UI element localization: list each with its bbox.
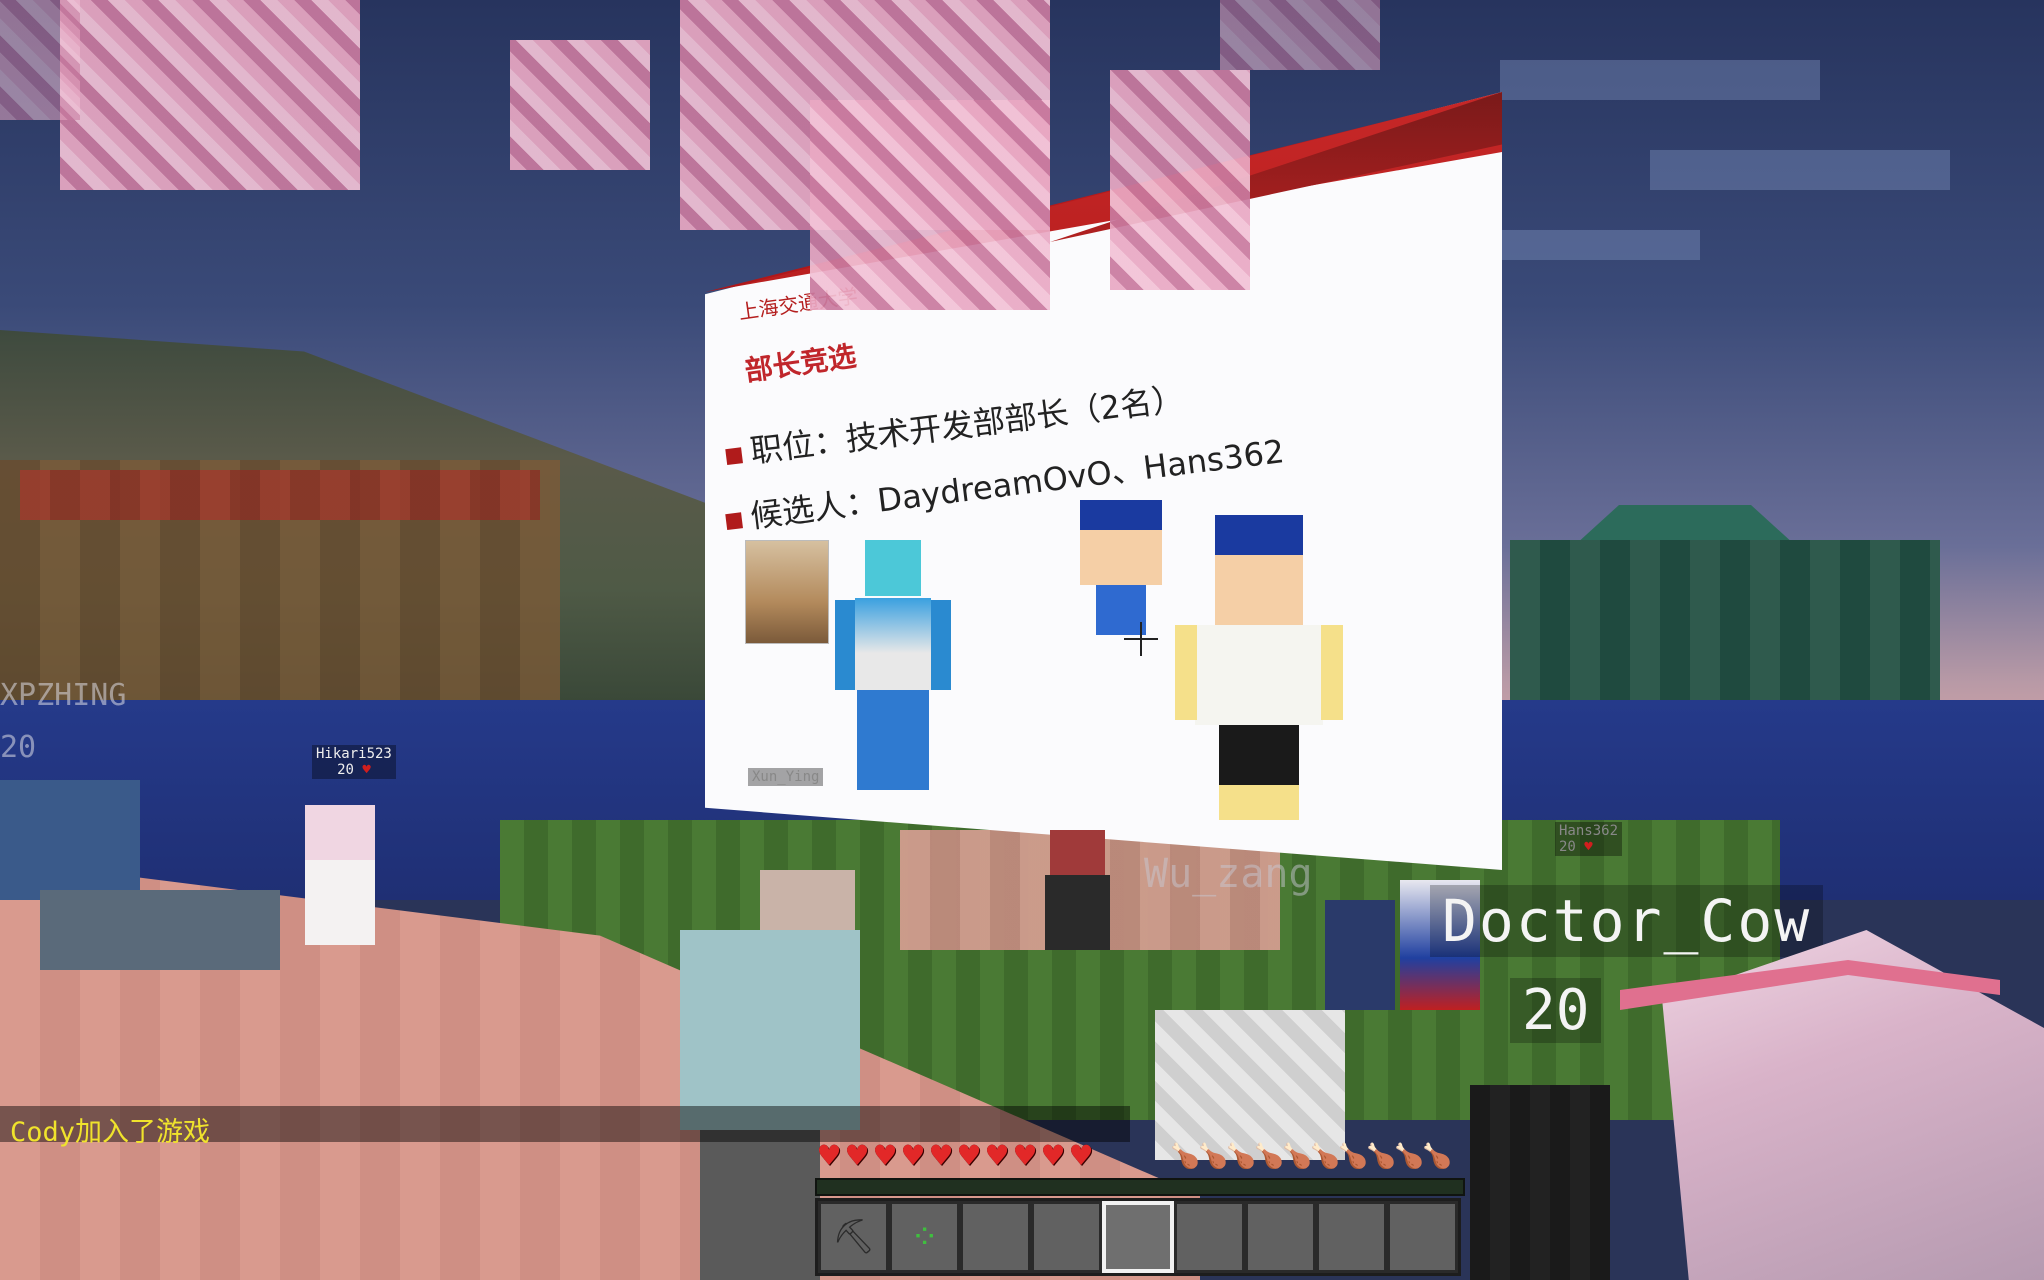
ghost-nametag-score: 20 — [0, 730, 37, 765]
player-left-foreground[interactable] — [0, 780, 290, 1010]
hotbar-slot-9[interactable] — [1386, 1201, 1458, 1273]
heart-icon: ♥ — [1068, 1139, 1094, 1172]
drumstick-icon: 🍗 — [1310, 1142, 1340, 1170]
drumstick-icon: 🍗 — [1254, 1142, 1284, 1170]
candidate-photo-dog — [745, 540, 829, 644]
player-foreground-sheep[interactable] — [1155, 1010, 1345, 1160]
cherry-leaves — [0, 0, 80, 120]
nametag-wu-zang: Wu_zang — [1144, 851, 1313, 897]
seeds-icon: ⁘ — [910, 1217, 939, 1257]
heart-icon: ♥ — [984, 1139, 1010, 1172]
village-right — [1510, 540, 1940, 700]
hotbar-slot-6[interactable] — [1173, 1201, 1245, 1273]
hotbar-slot-1[interactable]: ⛏ — [818, 1201, 890, 1273]
drumstick-icon: 🍗 — [1338, 1142, 1368, 1170]
health-bar: ♥ ♥ ♥ ♥ ♥ ♥ ♥ ♥ ♥ ♥ — [815, 1142, 1095, 1170]
chat-message: Cody加入了游戏 — [10, 1117, 211, 1148]
pickaxe-icon: ⛏ — [831, 1217, 876, 1257]
heart-icon: ♥ — [956, 1139, 982, 1172]
nametag-hikari523: Hikari523 20 ♥ — [312, 745, 396, 779]
nametag-doctor-cow: Doctor_Cow — [1430, 885, 1824, 957]
hotbar-slot-7[interactable] — [1244, 1201, 1316, 1273]
cloud — [1650, 150, 1950, 190]
cherry-leaves — [60, 0, 360, 190]
hotbar-slot-4[interactable] — [1031, 1201, 1103, 1273]
player-hikari523[interactable] — [295, 805, 390, 945]
crosshair-icon — [1124, 622, 1158, 656]
hotbar-slot-3[interactable] — [960, 1201, 1032, 1273]
chat-overlay: Cody加入了游戏 — [0, 1106, 1130, 1148]
heart-icon: ♥ — [816, 1139, 842, 1172]
hotbar-slot-8[interactable] — [1315, 1201, 1387, 1273]
cherry-leaves — [1110, 70, 1250, 290]
candidate-skin-hans362-small — [1080, 500, 1162, 635]
drumstick-icon: 🍗 — [1394, 1142, 1424, 1170]
hunger-bar: 🍗 🍗 🍗 🍗 🍗 🍗 🍗 🍗 🍗 🍗 — [1170, 1142, 1452, 1170]
heart-icon: ♥ — [900, 1139, 926, 1172]
experience-bar — [815, 1178, 1465, 1196]
nametag-hans362: Hans362 20 ♥ — [1555, 822, 1623, 856]
candidate-skin-daydreamovo — [835, 540, 951, 790]
ghost-nametag: XPZHING — [0, 678, 127, 713]
cherry-leaves — [510, 40, 650, 170]
nametag-doctor-cow-score: 20 — [1510, 978, 1602, 1043]
cloud — [1500, 60, 1820, 100]
drumstick-icon: 🍗 — [1198, 1142, 1228, 1170]
bullet-icon: ▪ — [720, 498, 747, 539]
hotbar[interactable]: ⛏ ⁘ — [815, 1198, 1461, 1276]
nametag-xun-ying: Xun_Ying — [748, 768, 824, 786]
hotbar-slot-5[interactable] — [1102, 1201, 1174, 1273]
candidate-skin-hans362-large — [1175, 515, 1343, 820]
heart-icon: ♥ — [872, 1139, 898, 1172]
drumstick-icon: 🍗 — [1226, 1142, 1256, 1170]
player-center[interactable] — [1040, 830, 1120, 950]
bullet-icon: ▪ — [720, 433, 747, 474]
heart-icon: ♥ — [844, 1139, 870, 1172]
heart-icon: ♥ — [1584, 839, 1593, 855]
drumstick-icon: 🍗 — [1422, 1142, 1452, 1170]
heart-icon: ♥ — [1040, 1139, 1066, 1172]
dark-block — [1470, 1085, 1610, 1280]
drumstick-icon: 🍗 — [1282, 1142, 1312, 1170]
cherry-leaves — [810, 100, 1050, 310]
cherry-leaves — [1220, 0, 1380, 70]
heart-icon: ♥ — [1012, 1139, 1038, 1172]
game-viewport[interactable]: 上海交通大学 部长竞选 ▪职位：技术开发部部长（2名） ▪候选人：Daydrea… — [0, 0, 2044, 1280]
drumstick-icon: 🍗 — [1366, 1142, 1396, 1170]
village-roofs — [20, 470, 540, 520]
heart-icon: ♥ — [928, 1139, 954, 1172]
heart-icon: ♥ — [362, 762, 371, 778]
drumstick-icon: 🍗 — [1170, 1142, 1200, 1170]
cloud — [1480, 230, 1700, 260]
hotbar-slot-2[interactable]: ⁘ — [889, 1201, 961, 1273]
